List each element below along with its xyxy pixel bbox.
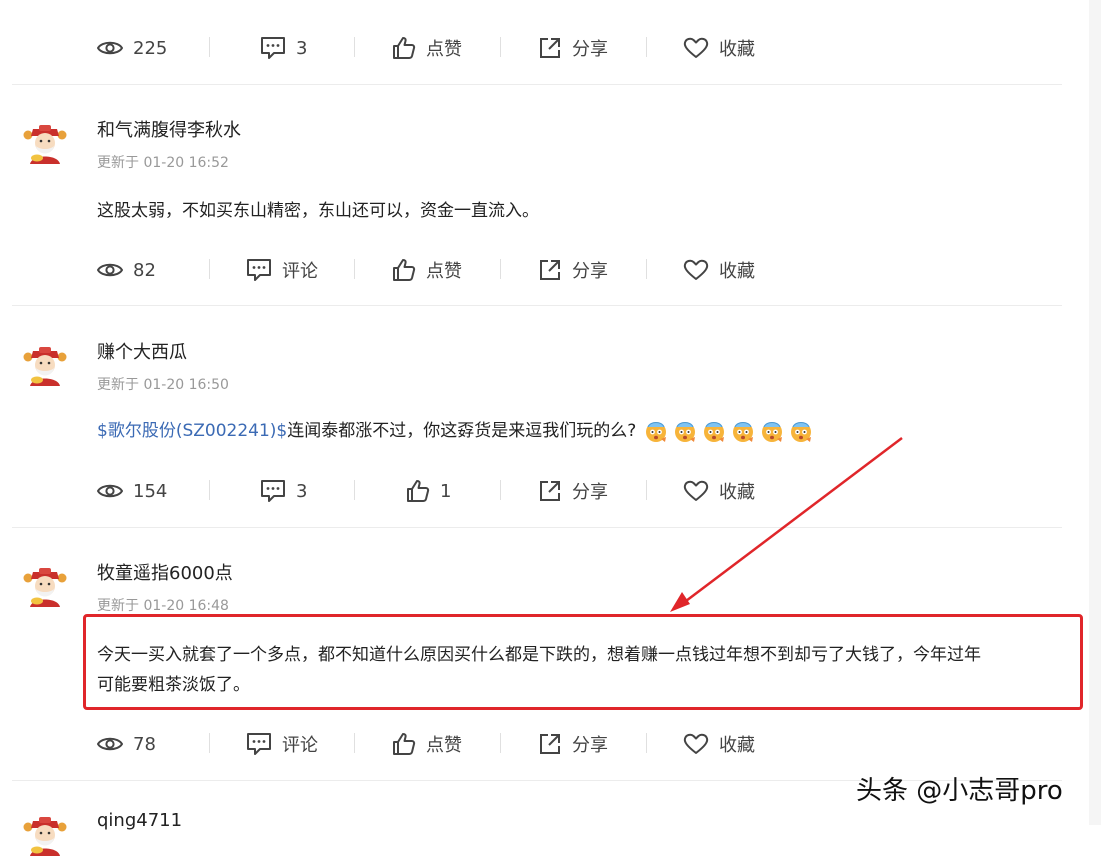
watermark: 头条 @小志哥pro	[856, 776, 1063, 806]
post-actions: 78 评论 点赞 分享 收藏	[97, 729, 777, 759]
share-button[interactable]: 分享	[538, 33, 608, 63]
share-icon	[538, 258, 562, 282]
divider	[500, 259, 501, 279]
eye-icon	[97, 482, 123, 500]
avatar[interactable]	[22, 812, 68, 858]
divider	[646, 733, 647, 753]
share-button[interactable]: 分享	[538, 476, 608, 506]
share-icon	[538, 479, 562, 503]
views-count: 82	[97, 255, 156, 285]
favorite-button[interactable]: 收藏	[683, 33, 755, 63]
divider	[646, 480, 647, 500]
divider	[209, 480, 210, 500]
heart-icon	[683, 36, 709, 60]
like-button[interactable]: 点赞	[392, 33, 462, 63]
favorite-button[interactable]: 收藏	[683, 729, 755, 759]
divider	[354, 733, 355, 753]
comment-icon	[260, 36, 286, 60]
scrollbar[interactable]	[1089, 0, 1101, 825]
divider	[500, 733, 501, 753]
thumbs-up-icon	[392, 36, 416, 60]
divider	[209, 37, 210, 57]
emoji-icon	[760, 419, 784, 443]
eye-icon	[97, 735, 123, 753]
views-count: 225	[97, 33, 167, 63]
comment-icon	[246, 258, 272, 282]
heart-icon	[683, 732, 709, 756]
post-time: 更新于 01-20 16:48	[97, 598, 229, 614]
favorite-button[interactable]: 收藏	[683, 476, 755, 506]
username[interactable]: 赚个大西瓜	[97, 338, 187, 364]
eye-icon	[97, 261, 123, 279]
post-actions: 154 3 1 分享 收藏	[97, 476, 777, 506]
emoji-icon	[644, 419, 668, 443]
post-actions: 82 评论 点赞 分享 收藏	[97, 255, 777, 285]
divider	[500, 480, 501, 500]
divider	[209, 259, 210, 279]
divider	[354, 480, 355, 500]
divider	[646, 259, 647, 279]
post-content: 这股太弱，不如买东山精密，东山还可以，资金一直流入。	[97, 201, 539, 221]
comment-button[interactable]: 3	[260, 476, 307, 506]
post-divider	[12, 84, 1062, 85]
emoji-icon	[702, 419, 726, 443]
thumbs-up-icon	[406, 479, 430, 503]
share-icon	[538, 732, 562, 756]
thumbs-up-icon	[392, 258, 416, 282]
like-button[interactable]: 点赞	[392, 255, 462, 285]
eye-icon	[97, 39, 123, 57]
share-icon	[538, 36, 562, 60]
post-content: $歌尔股份(SZ002241)$连闻泰都涨不过，你这孬货是来逗我们玩的么?	[97, 416, 818, 446]
thumbs-up-icon	[392, 732, 416, 756]
post-time: 更新于 01-20 16:52	[97, 155, 229, 171]
views-count: 154	[97, 476, 167, 506]
post-divider	[12, 527, 1062, 528]
post-divider	[12, 305, 1062, 306]
favorite-button[interactable]: 收藏	[683, 255, 755, 285]
divider	[500, 37, 501, 57]
post-content: 今天一买入就套了一个多点，都不知道什么原因买什么都是下跌的，想着赚一点钱过年想不…	[97, 645, 981, 695]
post-time: 更新于 01-20 16:50	[97, 377, 229, 393]
like-button[interactable]: 1	[406, 476, 451, 506]
comment-button[interactable]: 评论	[246, 255, 318, 285]
divider	[646, 37, 647, 57]
comment-icon	[260, 479, 286, 503]
username[interactable]: qing4711	[97, 810, 182, 831]
heart-icon	[683, 258, 709, 282]
stock-link[interactable]: $歌尔股份(SZ002241)$	[97, 421, 287, 441]
emoji-group	[644, 416, 818, 446]
comment-button[interactable]: 3	[260, 33, 307, 63]
divider	[354, 259, 355, 279]
views-count: 78	[97, 729, 156, 759]
username[interactable]: 牧童遥指6000点	[97, 559, 233, 585]
share-button[interactable]: 分享	[538, 729, 608, 759]
post-actions: 225 3 点赞 分享 收藏	[97, 33, 777, 63]
divider	[209, 733, 210, 753]
avatar[interactable]	[22, 342, 68, 388]
divider	[354, 37, 355, 57]
avatar[interactable]	[22, 120, 68, 166]
avatar[interactable]	[22, 563, 68, 609]
share-button[interactable]: 分享	[538, 255, 608, 285]
like-button[interactable]: 点赞	[392, 729, 462, 759]
username[interactable]: 和气满腹得李秋水	[97, 116, 241, 142]
comment-icon	[246, 732, 272, 756]
emoji-icon	[673, 419, 697, 443]
post-text: 连闻泰都涨不过，你这孬货是来逗我们玩的么?	[287, 421, 637, 441]
comment-button[interactable]: 评论	[246, 729, 318, 759]
emoji-icon	[789, 419, 813, 443]
heart-icon	[683, 479, 709, 503]
emoji-icon	[731, 419, 755, 443]
